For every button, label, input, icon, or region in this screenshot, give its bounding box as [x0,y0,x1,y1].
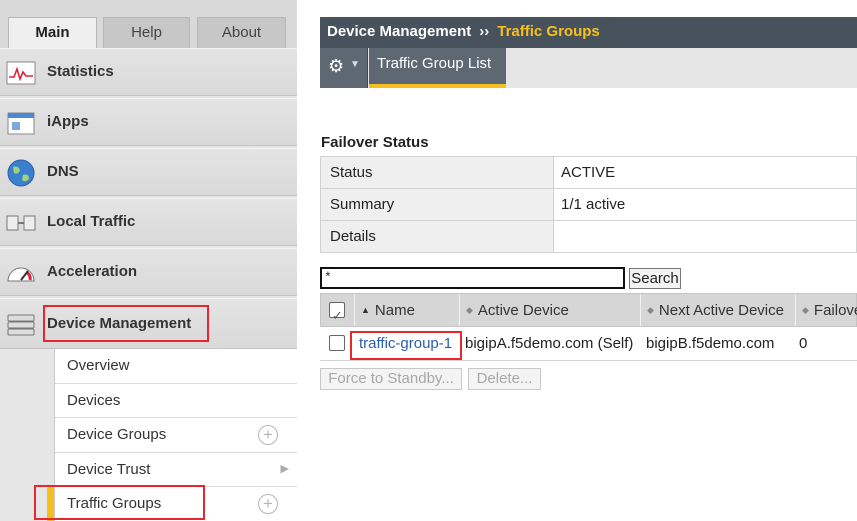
tab-help[interactable]: Help [103,17,190,48]
add-circle-icon[interactable]: + [258,494,278,514]
force-to-standby-button[interactable]: Force to Standby... [320,368,462,390]
submenu-item-label: Devices [67,391,121,409]
nav-tabbar: Main Help About [0,0,297,49]
submenu-item-device-groups[interactable]: Device Groups + [55,418,297,453]
breadcrumb-separator: ›› [479,23,490,40]
checkmark-icon: ✓ [332,308,343,323]
select-all-cell: ✓ [321,294,355,326]
property-label: Summary [320,188,554,221]
nav-item-dns[interactable]: DNS [0,148,297,196]
nav-item-label: iApps [47,113,89,130]
highlight-traffic-group-link [350,331,462,360]
breadcrumb-parent[interactable]: Device Management [327,23,471,40]
sort-icon: ◆ [466,305,473,315]
statistics-icon [6,61,36,85]
select-all-checkbox[interactable]: ✓ [329,302,345,323]
add-circle-icon[interactable]: + [258,425,278,445]
sub-toolbar: ⚙ ▼ Traffic Group List [320,48,857,88]
property-label: Status [320,156,554,189]
submenu-item-label: Device Trust [67,460,151,478]
left-navigation: Main Help About Statistics iApps DNS Loc… [0,0,297,521]
nav-item-label: DNS [47,163,79,180]
sort-ascending-icon: ▲ [361,305,370,315]
property-value: 1/1 active [553,188,857,221]
breadcrumb-current: Traffic Groups [497,23,600,40]
sort-icon: ◆ [802,305,809,315]
search-input[interactable]: * [320,267,625,289]
grid-header: ✓ ▲ Name ◆ Active Device ◆ Next Active Devi… [320,293,857,327]
tab-traffic-group-list[interactable]: Traffic Group List [369,48,506,88]
search-button[interactable]: Search [629,268,681,289]
chevron-right-icon: ▶ [280,462,289,475]
column-header-active-device[interactable]: ◆ Active Device [460,294,641,326]
delete-button[interactable]: Delete... [468,368,541,390]
active-device-cell: bigipA.f5demo.com (Self) [465,335,634,352]
gear-icon: ⚙ [328,56,345,76]
column-header-failover[interactable]: ◆ Failove [796,294,857,326]
column-header-label: Failove [813,302,857,319]
highlight-traffic-groups [34,485,205,520]
sort-icon: ◆ [647,305,654,315]
nav-item-statistics[interactable]: Statistics [0,48,297,96]
nav-item-acceleration[interactable]: Acceleration [0,248,297,296]
column-header-label: Next Active Device [658,302,784,319]
property-value [553,220,857,253]
column-header-name[interactable]: ▲ Name [355,294,460,326]
local-traffic-icon [6,215,36,231]
caret-down-icon: ▼ [350,59,360,70]
submenu-item-devices[interactable]: Devices [55,384,297,418]
failover-status-title: Failover Status [321,134,429,151]
settings-menu-button[interactable]: ⚙ ▼ [320,48,368,88]
failover-cell: 0 [799,335,808,352]
nav-item-local-traffic[interactable]: Local Traffic [0,198,297,246]
submenu-item-device-trust[interactable]: Device Trust ▶ [55,453,297,487]
row-checkbox[interactable] [329,335,345,351]
failover-status-table: Status ACTIVE Summary 1/1 active Details [320,156,857,253]
table-row: Status ACTIVE [320,156,857,189]
table-row: Details [320,220,857,253]
acceleration-gauge-icon [7,267,35,282]
property-value: ACTIVE [553,156,857,189]
highlight-device-management [43,305,209,342]
property-label: Details [320,220,554,253]
iapps-icon [7,112,35,135]
column-header-label: Name [374,302,415,319]
nav-item-label: Local Traffic [47,213,136,230]
next-active-device-cell: bigipB.f5demo.com [646,335,775,352]
submenu-item-label: Overview [67,357,130,374]
tab-about[interactable]: About [197,17,286,48]
device-management-icon [7,314,35,336]
dns-globe-icon [7,159,35,187]
table-row: Summary 1/1 active [320,188,857,221]
tab-main[interactable]: Main [8,17,97,49]
breadcrumb: Device Management ›› Traffic Groups [320,17,857,48]
column-header-label: Active Device [477,302,569,319]
nav-item-label: Acceleration [47,263,138,280]
nav-item-label: Statistics [47,63,114,80]
submenu-item-label: Device Groups [67,426,167,443]
app-root: Main Help About Statistics iApps DNS Loc… [0,0,857,521]
column-header-next-active-device[interactable]: ◆ Next Active Device [641,294,796,326]
nav-item-iapps[interactable]: iApps [0,98,297,146]
submenu-item-overview[interactable]: Overview [55,349,297,384]
